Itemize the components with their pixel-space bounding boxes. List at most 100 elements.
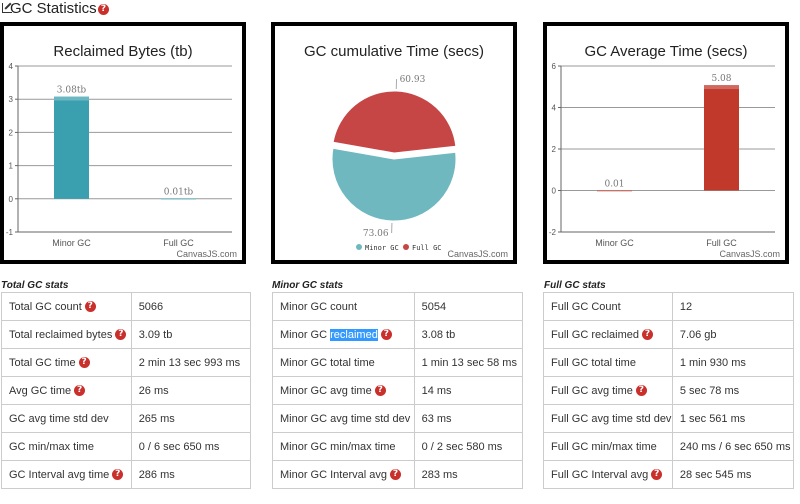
- help-icon[interactable]: ?: [84, 301, 96, 313]
- legend-marker: [403, 244, 409, 250]
- stat-label: Total reclaimed bytes: [9, 328, 113, 341]
- full-gc-stats-table: Full GC Count 12 Full GC reclaimed? 7.06 gb…: [543, 292, 795, 489]
- stat-label-cell: Minor GC avg time std dev: [272, 404, 415, 433]
- stat-label-cell: GC avg time std dev: [1, 404, 132, 433]
- stat-label-cell: GC min/max time: [1, 432, 132, 461]
- bar-value-label: 5.08: [711, 74, 731, 84]
- y-tick-label: 4: [9, 62, 14, 71]
- stat-value: 1 sec 561 ms: [671, 404, 795, 433]
- x-tick-label: Minor GC: [595, 238, 634, 248]
- stat-value: 3.08 tb: [413, 320, 524, 349]
- stat-label: GC avg time std dev: [9, 412, 109, 425]
- stat-label: Minor GC: [280, 328, 331, 341]
- legend-label[interactable]: Full GC: [412, 244, 442, 252]
- bar[interactable]: [704, 85, 739, 191]
- stat-value: 283 ms: [413, 460, 524, 489]
- y-tick-label: -2: [549, 228, 557, 237]
- table-row: Minor GC count 5054: [272, 292, 524, 321]
- stat-label: Minor GC Interval avg: [280, 468, 387, 481]
- bar-value-label: 0.01: [604, 179, 624, 189]
- stat-label-cell: Full GC avg time std dev: [543, 404, 673, 433]
- stat-value: 12: [671, 292, 795, 321]
- stat-label-cell: Full GC Interval avg?: [543, 460, 673, 489]
- stat-value: 0 / 6 sec 650 ms: [130, 432, 252, 461]
- cumulative-time-chart: GC cumulative Time (secs) CanvasJS.com 7…: [271, 22, 517, 264]
- bar-value-label: 3.08tb: [57, 86, 87, 96]
- help-icon[interactable]: ?: [374, 385, 386, 397]
- table-row: Total GC count? 5066: [1, 292, 252, 321]
- table-row: Full GC avg time? 5 sec 78 ms: [543, 376, 795, 405]
- average-time-svg: GC Average Time (secs) CanvasJS.com -2 0 2…: [549, 43, 780, 259]
- chart-credit[interactable]: CanvasJS.com: [447, 249, 508, 259]
- stat-value: 5 sec 78 ms: [671, 376, 795, 405]
- help-icon[interactable]: ?: [380, 329, 392, 341]
- chart-title: Reclaimed Bytes (tb): [53, 43, 192, 60]
- stat-value: 5066: [130, 292, 252, 321]
- legend-label[interactable]: Minor GC: [365, 244, 399, 252]
- stat-label-cell: Minor GC total time: [272, 348, 415, 377]
- stat-label-cell: Full GC Count: [543, 292, 673, 321]
- stat-value: 2 min 13 sec 993 ms: [130, 348, 252, 377]
- pie-value-label: 73.06: [363, 229, 389, 239]
- table-row: GC min/max time 0 / 6 sec 650 ms: [1, 432, 252, 461]
- stat-label-cell: Minor GC Interval avg?: [272, 460, 415, 489]
- minor-gc-stats-table: Minor GC count 5054 Minor GC reclaimed? 3.0…: [272, 292, 524, 489]
- table-row: Minor GC avg time std dev 63 ms: [272, 404, 524, 433]
- help-icon[interactable]: ?: [74, 385, 86, 397]
- stat-label: Full GC avg time std dev: [551, 412, 672, 425]
- pie-slice[interactable]: [332, 90, 457, 154]
- chart-credit[interactable]: CanvasJS.com: [176, 249, 237, 259]
- help-icon[interactable]: ?: [98, 4, 109, 15]
- total-gc-stats-heading: Total GC stats: [1, 280, 69, 291]
- stat-value: 286 ms: [130, 460, 252, 489]
- table-row: Full GC Count 12: [543, 292, 795, 321]
- stat-label: Full GC total time: [551, 356, 636, 369]
- pie-value-label: 60.93: [400, 75, 426, 85]
- help-icon[interactable]: ?: [635, 385, 647, 397]
- stat-label: Minor GC count: [280, 300, 358, 313]
- bar-highlight: [54, 96, 89, 101]
- help-icon[interactable]: ?: [115, 329, 127, 341]
- stat-value: 240 ms / 6 sec 650 ms: [671, 432, 795, 461]
- full-gc-stats-heading: Full GC stats: [544, 280, 606, 291]
- stat-label: Full GC min/max time: [551, 440, 657, 453]
- stat-value: 5054: [413, 292, 524, 321]
- help-icon[interactable]: ?: [112, 469, 124, 481]
- table-row: Total reclaimed bytes? 3.09 tb: [1, 320, 252, 349]
- help-icon[interactable]: ?: [78, 357, 90, 369]
- stat-label: Total GC count: [9, 300, 82, 313]
- pie-slice[interactable]: [331, 147, 457, 222]
- stat-label: GC min/max time: [9, 440, 94, 453]
- help-icon[interactable]: ?: [642, 329, 654, 341]
- help-icon[interactable]: ?: [651, 469, 663, 481]
- stat-value: 1 min 13 sec 58 ms: [413, 348, 524, 377]
- help-icon[interactable]: ?: [389, 469, 401, 481]
- chart-title: GC cumulative Time (secs): [304, 43, 484, 60]
- x-tick-label: Minor GC: [52, 238, 91, 248]
- stat-label-cell: Total GC time?: [1, 348, 132, 377]
- stat-label-cell: Minor GC avg time?: [272, 376, 415, 405]
- table-row: GC Interval avg time? 286 ms: [1, 460, 252, 489]
- minor-gc-stats-heading: Minor GC stats: [272, 280, 344, 291]
- stat-label: Minor GC total time: [280, 356, 375, 369]
- bar[interactable]: [54, 96, 89, 199]
- stat-label-cell: Full GC min/max time: [543, 432, 673, 461]
- bar-highlight: [161, 198, 196, 200]
- page-header: GC Statistics ?: [0, 0, 800, 20]
- table-row: Full GC reclaimed? 7.06 gb: [543, 320, 795, 349]
- y-tick-label: 1: [9, 162, 14, 171]
- table-row: Total GC time? 2 min 13 sec 993 ms: [1, 348, 252, 377]
- y-tick-label: 0: [9, 195, 14, 204]
- stat-value: 63 ms: [413, 404, 524, 433]
- stat-value: 7.06 gb: [671, 320, 795, 349]
- legend-marker: [356, 244, 362, 250]
- stat-value: 0 / 2 sec 580 ms: [413, 432, 524, 461]
- total-gc-stats-table: Total GC count? 5066 Total reclaimed bytes…: [1, 292, 252, 489]
- selected-text: reclaimed: [330, 328, 378, 341]
- bar-highlight: [597, 190, 632, 192]
- y-tick-label: 0: [552, 187, 557, 196]
- stat-label-cell: Minor GC count: [272, 292, 415, 321]
- cumulative-time-svg: GC cumulative Time (secs) CanvasJS.com 7…: [304, 43, 508, 259]
- chart-credit[interactable]: CanvasJS.com: [719, 249, 780, 259]
- stat-label: Full GC Interval avg: [551, 468, 649, 481]
